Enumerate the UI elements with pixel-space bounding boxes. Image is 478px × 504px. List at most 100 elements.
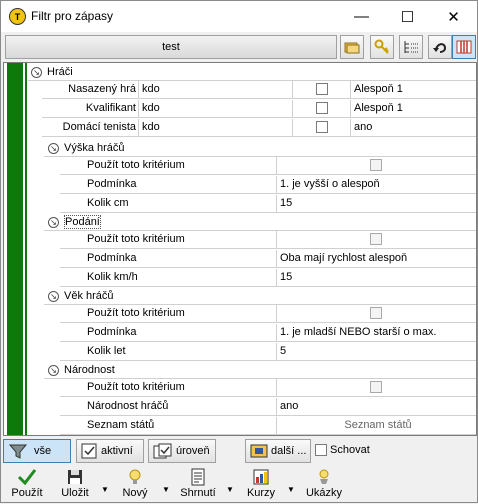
funnel-icon [8, 444, 28, 459]
row-who[interactable]: kdo [138, 100, 292, 117]
close-button[interactable]: ✕ [431, 1, 476, 32]
checkbox[interactable] [316, 102, 328, 114]
more-label: další ... [271, 445, 307, 457]
row-value[interactable]: 15 [276, 195, 476, 212]
table-row[interactable]: Nasazený hrá kdo Alespoň 1 [42, 81, 476, 99]
row-label: Kolik km/h [87, 271, 138, 283]
group-players[interactable]: ↘ Hráči [31, 63, 73, 81]
key-button[interactable] [370, 35, 394, 59]
filter-name-button[interactable]: test [5, 35, 337, 59]
row-value[interactable]: Alespoň 1 [350, 100, 476, 117]
checkbox[interactable] [370, 233, 382, 245]
table-row[interactable]: Použít toto kritérium [60, 305, 476, 323]
checkbox[interactable] [370, 307, 382, 319]
collapse-icon: ↘ [48, 290, 59, 302]
row-value[interactable]: 15 [276, 269, 476, 286]
group-age[interactable]: ↘ Věk hráčů [48, 287, 114, 305]
table-row[interactable]: Podmínka 1. je mladší NEBO starší o max. [60, 324, 476, 342]
odds-chart-icon [253, 469, 269, 485]
row-check-cell[interactable] [276, 379, 476, 396]
apply-label: Použít [11, 487, 43, 499]
collapse-icon: ↘ [31, 66, 42, 78]
table-row[interactable]: Použít toto kritérium [60, 231, 476, 249]
apply-button[interactable]: Použít [9, 467, 45, 504]
row-value[interactable]: Alespoň 1 [350, 81, 476, 98]
row-check-cell[interactable] [292, 119, 350, 136]
row-value[interactable]: ano [276, 398, 476, 415]
row-label: Použít toto kritérium [87, 159, 185, 171]
examples-button[interactable]: Ukázky [301, 467, 347, 504]
row-check-cell[interactable] [276, 157, 476, 174]
show-all-button[interactable]: vše [3, 439, 71, 463]
minimize-button[interactable]: — [339, 1, 384, 32]
new-button[interactable]: Nový [115, 467, 155, 504]
lightbulb-icon [129, 469, 141, 484]
country-list-button[interactable]: Seznam států [276, 417, 476, 434]
save-button[interactable]: Uložit [57, 467, 93, 504]
row-check-cell[interactable] [292, 81, 350, 98]
table-row[interactable]: Podmínka Oba mají rychlost alespoň [60, 250, 476, 268]
hide-toggle[interactable]: Schovat [315, 444, 370, 456]
toolbar: test [3, 33, 477, 61]
hide-checkbox[interactable] [315, 444, 327, 456]
checkbox[interactable] [316, 121, 328, 133]
table-row[interactable]: Kvalifikant kdo Alespoň 1 [42, 100, 476, 118]
action-bar: Použít Uložit ▼ Nový ▼ Shrnutí ▼ Kurzy ▼… [3, 467, 477, 504]
group-height[interactable]: ↘ Výška hráčů [48, 139, 125, 157]
row-label: Domácí tenista [62, 121, 136, 133]
table-row[interactable]: Národnost hráčů ano [60, 398, 476, 416]
group-age-title: Věk hráčů [64, 290, 114, 302]
table-row[interactable]: Kolik let 5 [60, 343, 476, 361]
group-serve[interactable]: ↘ Podání [48, 213, 101, 231]
tree-list-button[interactable] [399, 35, 423, 59]
criteria-grid: ↘ Hráči Nasazený hrá kdo Alespoň 1 Kvalif… [3, 62, 477, 436]
checkbox[interactable] [370, 381, 382, 393]
row-check-cell[interactable] [292, 100, 350, 117]
table-row[interactable]: Domácí tenista kdo ano [42, 119, 476, 137]
new-label: Nový [122, 487, 148, 499]
summary-button[interactable]: Shrnutí [175, 467, 221, 504]
row-value[interactable]: Oba mají rychlost alespoň [276, 250, 476, 267]
row-label: Podmínka [87, 252, 137, 264]
save-dropdown-arrow[interactable]: ▼ [101, 485, 109, 494]
more-button[interactable]: další ... [245, 439, 311, 463]
row-value[interactable]: ano [350, 119, 476, 136]
row-check-cell[interactable] [276, 231, 476, 248]
odds-dropdown-arrow[interactable]: ▼ [287, 485, 295, 494]
table-row[interactable]: Použít toto kritérium [60, 379, 476, 397]
app-tennis-icon: T [9, 8, 26, 25]
row-label: Použít toto kritérium [87, 307, 185, 319]
folders-button[interactable] [340, 35, 364, 59]
row-value[interactable]: 1. je mladší NEBO starší o max. [276, 324, 476, 341]
row-value[interactable]: 1. je vyšší o alespoň [276, 176, 476, 193]
row-value[interactable]: 5 [276, 343, 476, 360]
row-check-cell[interactable] [276, 305, 476, 322]
level-button[interactable]: úroveň [148, 439, 216, 463]
checkbox[interactable] [370, 159, 382, 171]
film-strip-icon [250, 444, 268, 458]
examples-icon [319, 469, 329, 484]
undo-button[interactable] [428, 35, 452, 59]
columns-view-button[interactable] [452, 35, 476, 59]
row-label: Kolik cm [87, 197, 129, 209]
show-active-button[interactable]: aktivní [76, 439, 144, 463]
group-nationality[interactable]: ↘ Národnost [48, 361, 115, 379]
row-label: Kvalifikant [85, 102, 136, 114]
new-dropdown-arrow[interactable]: ▼ [162, 485, 170, 494]
odds-button[interactable]: Kurzy [241, 467, 281, 504]
row-who[interactable]: kdo [138, 81, 292, 98]
checkbox-checked-icon [81, 443, 97, 459]
level-label: úroveň [176, 445, 210, 457]
table-row[interactable]: Seznam států Seznam států [60, 417, 476, 435]
row-who[interactable]: kdo [138, 119, 292, 136]
window-title: Filtr pro zápasy [31, 9, 114, 23]
table-row[interactable]: Kolik cm 15 [60, 195, 476, 213]
table-row[interactable]: Podmínka 1. je vyšší o alespoň [60, 176, 476, 194]
checkbox[interactable] [316, 83, 328, 95]
double-checkbox-icon [153, 443, 172, 459]
summary-dropdown-arrow[interactable]: ▼ [226, 485, 234, 494]
table-row[interactable]: Použít toto kritérium [60, 157, 476, 175]
maximize-button[interactable]: ☐ [385, 1, 430, 32]
examples-label: Ukázky [305, 487, 343, 499]
table-row[interactable]: Kolik km/h 15 [60, 269, 476, 287]
